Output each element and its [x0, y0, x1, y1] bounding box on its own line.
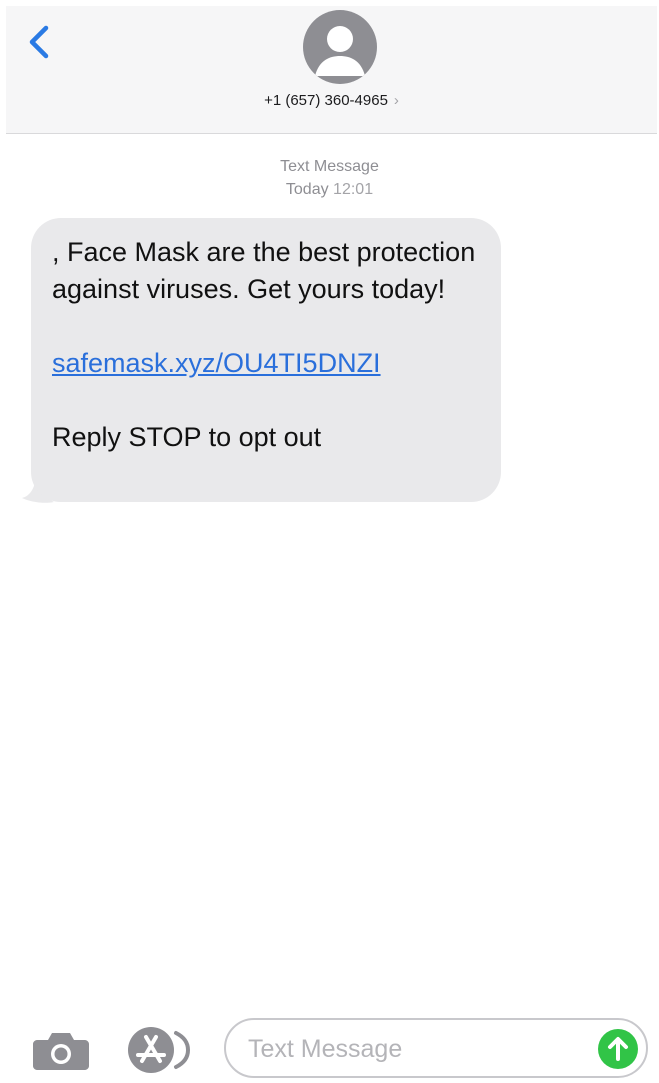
contact-name-button[interactable]: +1 (657) 360-4965 › [6, 92, 657, 109]
message-link[interactable]: safemask.xyz/OU4TI5DNZI [52, 348, 381, 378]
day-label: Today [285, 181, 329, 198]
message-composer [224, 1018, 648, 1078]
conversation-header: +1 (657) 360-4965 › [6, 6, 657, 134]
send-button[interactable] [598, 1029, 638, 1069]
back-button[interactable] [22, 20, 58, 64]
person-silhouette-icon [315, 26, 365, 76]
contact-avatar[interactable] [303, 10, 377, 84]
app-store-button[interactable] [126, 1025, 192, 1075]
message-body: , Face Mask are the best protection agai… [52, 237, 476, 304]
app-store-icon [128, 1027, 191, 1073]
service-label: Text Message [280, 158, 379, 175]
camera-icon [33, 1033, 89, 1070]
opt-out-text: Reply STOP to opt out [52, 422, 322, 452]
message-input[interactable] [248, 1030, 578, 1068]
timestamp: Today 12:01 [0, 179, 659, 201]
arrow-up-icon [608, 1037, 628, 1061]
camera-button[interactable] [31, 1028, 91, 1072]
incoming-message-bubble[interactable]: , Face Mask are the best protection agai… [31, 218, 501, 502]
contact-number: +1 (657) 360-4965 [264, 92, 388, 109]
chevron-right-icon: › [393, 92, 399, 109]
time-label: 12:01 [333, 181, 374, 198]
chevron-left-icon [29, 25, 49, 59]
messages-screen: +1 (657) 360-4965 › Text Message Today 12… [0, 0, 659, 1083]
